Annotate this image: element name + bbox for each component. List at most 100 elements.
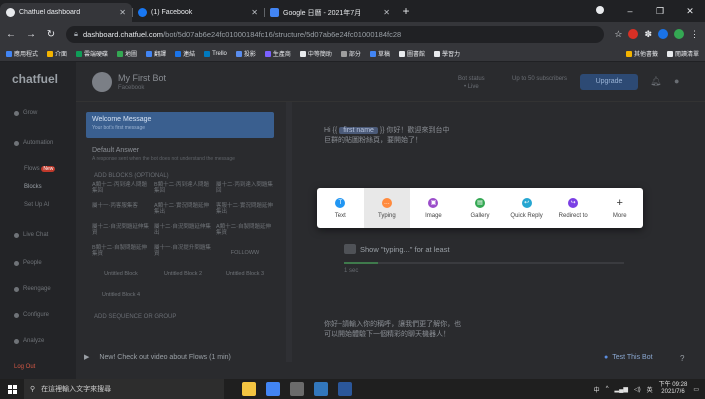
block-cell[interactable]: B類十二·丙到達人問題集回 (154, 182, 212, 199)
minimize-button[interactable]: – (615, 6, 645, 16)
tab-chatfuel[interactable]: Chatfuel dashboard ✕ (0, 3, 132, 22)
language-indicator[interactable]: 英 (647, 385, 653, 394)
bookmark-item[interactable]: 介面 (47, 49, 67, 58)
bookmark-item[interactable]: 連結 (175, 49, 195, 58)
block-cell[interactable]: Untitled Block 2 (154, 266, 212, 283)
bookmark-item[interactable]: 應用程式 (6, 49, 38, 58)
sidebar-item-people[interactable]: People (14, 260, 42, 266)
forward-button[interactable]: → (26, 29, 36, 40)
block-cell[interactable]: B類十二·自製問題延伸集資 (92, 245, 150, 262)
bookmark-item[interactable]: 投影 (235, 49, 256, 58)
default-answer-block[interactable]: Default Answer A response sent when the b… (86, 143, 274, 167)
close-tab-icon[interactable]: ✕ (251, 8, 258, 17)
news-banner[interactable]: ▶ New! Check out video about Flows (1 min… (80, 350, 290, 364)
extension-icon[interactable] (674, 29, 684, 39)
bookmark-item[interactable]: 草稿 (369, 49, 390, 58)
bookmark-item[interactable]: 學習力 (433, 49, 460, 58)
new-tab-button[interactable]: + (396, 3, 416, 22)
word-icon[interactable] (338, 382, 352, 396)
block-cell[interactable]: 客服十二·實況問題延伸集出 (216, 203, 274, 220)
close-window-button[interactable]: ✕ (675, 6, 705, 17)
user-menu-icon[interactable]: ● (674, 76, 679, 86)
sidebar-item-reengage[interactable]: Reengage (14, 286, 51, 292)
typing-duration-slider[interactable] (344, 262, 624, 264)
network-icon[interactable]: ▂▄▆ (615, 386, 628, 393)
close-tab-icon[interactable]: ✕ (383, 8, 390, 17)
extension-icon[interactable] (628, 29, 639, 39)
bookmark-item[interactable]: 中等簡助 (299, 49, 332, 58)
block-cell[interactable]: 屬十二·自況問題延伸集資 (92, 224, 150, 241)
logout-button[interactable]: Log Out (14, 364, 35, 370)
tab-google-calendar[interactable]: Google 日曆 - 2021年7月 ✕ (264, 3, 396, 22)
photos-icon[interactable] (290, 382, 304, 396)
block-cell[interactable] (154, 287, 212, 304)
menu-icon[interactable]: ⋮ (690, 29, 699, 40)
bookmark-item[interactable]: 翻譯 (146, 49, 166, 58)
back-button[interactable]: ← (6, 29, 16, 40)
sidebar-item-flows[interactable]: Flows New (24, 166, 56, 172)
sidebar-item-configure[interactable]: Configure (14, 312, 49, 318)
add-redirect-button[interactable]: ↪ Redirect to (550, 188, 597, 228)
sidebar-item-grow[interactable]: Grow (14, 110, 37, 116)
typing-card[interactable]: Show "typing..." for at least (344, 244, 450, 254)
add-image-button[interactable]: ▣ Image (410, 188, 457, 228)
welcome-message-block[interactable]: Welcome Message Your bot's first message (86, 112, 274, 138)
notification-icon[interactable]: ▭ (693, 386, 699, 393)
star-icon[interactable]: ☆ (614, 29, 622, 40)
edge-icon[interactable] (314, 382, 328, 396)
block-cell[interactable]: 屬十二·丙到達入問題集回 (216, 182, 274, 199)
block-cell[interactable]: Untitled Block (92, 266, 150, 283)
bookmark-item[interactable]: 雲端硬碟 (76, 49, 108, 58)
add-gallery-button[interactable]: ▤ Gallery (457, 188, 504, 228)
volume-icon[interactable]: ◁) (634, 386, 641, 393)
add-plus-button[interactable]: + More (596, 188, 643, 228)
file-explorer-icon[interactable] (242, 382, 256, 396)
bookmark-item[interactable]: 部分 (340, 49, 361, 58)
notifications-icon[interactable]: 🔔︎ (650, 76, 661, 87)
text-card-nickname[interactable]: 你好~請輸入你的稱呼，讓我們更了解你，也可以開始體驗下一個精彩的聊天機器人！ (324, 320, 464, 340)
block-cell[interactable]: 屬十一·丙客服集客 (92, 203, 150, 220)
ime-indicator[interactable]: 中 (594, 385, 600, 394)
add-typing-button[interactable]: … Typing (363, 188, 411, 228)
bookmark-folder[interactable]: 其他書籤 (625, 49, 658, 58)
tab-facebook[interactable]: (1) Facebook ✕ (132, 3, 264, 22)
chrome-icon[interactable] (266, 382, 280, 396)
test-this-bot-button[interactable]: ● Test This Bot (604, 354, 653, 361)
block-cell[interactable]: A類十二·實況問題延伸集出 (154, 203, 212, 220)
extension-icon[interactable] (658, 29, 668, 39)
bot-name[interactable]: My First Bot (118, 73, 166, 83)
block-cell[interactable]: Untitled Block 3 (216, 266, 274, 283)
sidebar-item-blocks[interactable]: Blocks (24, 184, 42, 190)
clock[interactable]: 下午 09:28 2021/7/6 (659, 382, 688, 396)
block-cell[interactable]: A類十二·丙到達人問題集回 (92, 182, 150, 199)
bot-avatar[interactable] (92, 72, 112, 92)
first-name-attribute[interactable]: first name (339, 127, 378, 134)
url-field[interactable]: 🔒︎ dashboard.chatfuel.com/bot/5d07ab6e24… (66, 25, 605, 43)
block-cell[interactable]: 屬十二·自況問題延伸集出 (154, 224, 212, 241)
block-cell[interactable]: Untitled Block 4 (92, 287, 150, 304)
add-sequence-heading[interactable]: ADD SEQUENCE OR GROUP (94, 314, 274, 320)
windows-start-button[interactable] (0, 384, 24, 394)
sidebar-item-live-chat[interactable]: Live Chat (14, 232, 48, 238)
sidebar-item-automation[interactable]: Automation (14, 140, 53, 146)
taskbar-search[interactable]: ⚲ 在這裡輸入文字來搜尋 (24, 379, 224, 399)
sidebar-item-analyze[interactable]: Analyze (14, 338, 44, 344)
chevron-up-icon[interactable]: ^ (606, 386, 609, 392)
help-button[interactable]: ? (680, 354, 684, 363)
bookmark-item[interactable]: 地圖 (117, 49, 137, 58)
block-cell[interactable]: A類十二·自製問題延伸集資 (216, 224, 274, 241)
text-card-welcome[interactable]: Hi {{ first name }} 你好！歡迎來到台中巨群的貼圖粉絲頁，要開… (324, 126, 454, 146)
blocks-scrollbar[interactable] (286, 102, 292, 362)
block-cell[interactable] (216, 287, 274, 304)
bookmark-folder[interactable]: 閱讀清單 (666, 49, 699, 58)
extension-icon[interactable]: ✽ (644, 29, 652, 40)
add-quick-reply-button[interactable]: ↩ Quick Reply (503, 188, 550, 228)
maximize-button[interactable]: ❐ (645, 6, 675, 17)
bookmark-item[interactable]: 生產商 (264, 49, 291, 58)
bookmark-item[interactable]: 圖書館 (398, 49, 425, 58)
profile-icon[interactable] (585, 6, 615, 16)
block-cell[interactable]: 屬十一·自况提升問題集資 (154, 245, 212, 262)
close-tab-icon[interactable]: ✕ (119, 8, 126, 17)
add-text-button[interactable]: T Text (317, 188, 364, 228)
bookmark-item[interactable]: Trello (204, 50, 227, 57)
